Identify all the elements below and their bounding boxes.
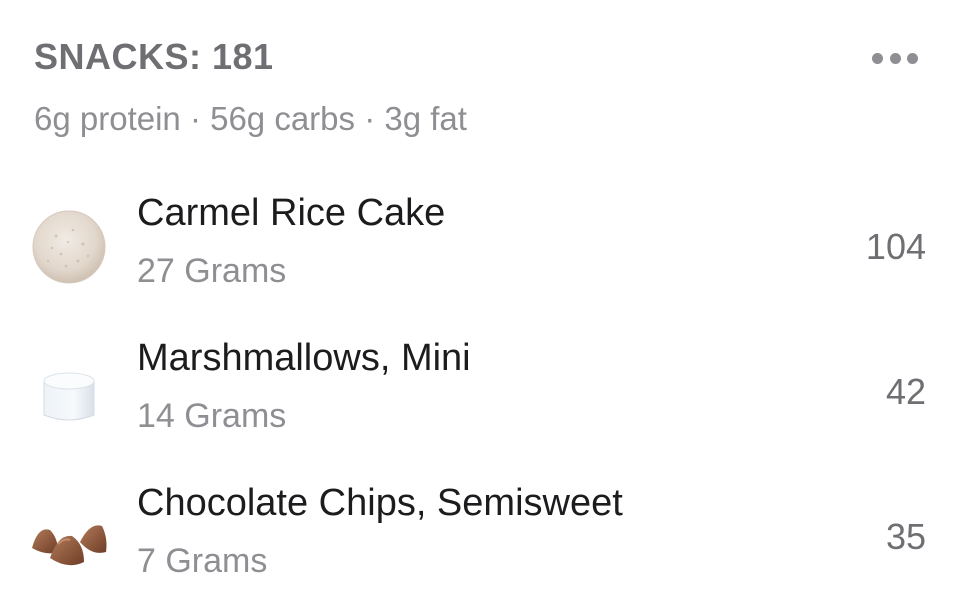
- chocolate-chips-icon: [32, 525, 107, 566]
- food-name: Chocolate Chips, Semisweet: [137, 482, 623, 524]
- food-amount: 7 Grams: [137, 542, 268, 580]
- food-item-chocolate-chips[interactable]: Chocolate Chips, Semisweet 7 Grams 35: [0, 466, 960, 611]
- more-options-button[interactable]: [872, 50, 918, 66]
- meal-title: SNACKS: 181: [34, 36, 274, 77]
- marshmallow-icon: [43, 372, 95, 421]
- food-calories: 42: [885, 371, 926, 412]
- more-horizontal-icon-dot: [907, 52, 918, 64]
- food-amount: 14 Grams: [137, 397, 287, 435]
- food-calories: 104: [865, 226, 926, 267]
- more-horizontal-icon-dot: [889, 52, 901, 64]
- food-name: Carmel Rice Cake: [137, 192, 446, 234]
- more-horizontal-icon: [872, 52, 883, 64]
- food-item-rice-cake[interactable]: Carmel Rice Cake 27 Grams 104: [0, 176, 960, 321]
- rice-cake-icon: [32, 210, 106, 284]
- food-item-marshmallows[interactable]: Marshmallows, Mini 14 Grams 42: [0, 321, 960, 466]
- food-name: Marshmallows, Mini: [137, 337, 471, 379]
- macro-summary: 6g protein · 56g carbs · 3g fat: [34, 100, 467, 137]
- food-list: Carmel Rice Cake 27 Grams 104 Marshmallo…: [0, 176, 960, 611]
- food-amount: 27 Grams: [137, 252, 287, 290]
- snacks-meal-card: SNACKS: 181 6g protein · 56g carbs · 3g …: [0, 0, 960, 615]
- food-calories: 35: [885, 516, 926, 557]
- meal-header: SNACKS: 181: [34, 30, 926, 86]
